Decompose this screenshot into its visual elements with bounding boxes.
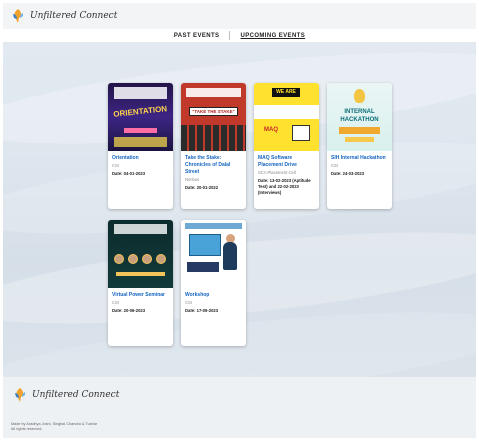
poster-logo-text: MAQ — [264, 127, 278, 133]
event-info: Workshop CSI Date: 17-09-2023 — [181, 288, 246, 317]
poster-person — [223, 242, 237, 270]
tab-divider — [229, 31, 231, 40]
event-title[interactable]: Orientation — [112, 155, 169, 162]
event-organizer: CSI — [331, 163, 338, 168]
event-poster: INTERNAL HACKATHON — [327, 83, 392, 151]
event-date: Date: 20-01-2022 — [185, 185, 219, 190]
event-poster: WE ARE HIRING MAQ — [254, 83, 319, 151]
speaker-avatar — [128, 254, 138, 264]
event-card[interactable]: INTERNAL HACKATHON SIH Internal Hackatho… — [327, 83, 392, 209]
poster-caption — [187, 262, 219, 272]
event-title[interactable]: Take the Stake: Chronicles of Dalal Stre… — [185, 155, 242, 176]
poster-footer — [116, 272, 165, 276]
poster-header — [185, 223, 242, 229]
event-organizer: Nimbus — [185, 177, 200, 182]
top-bar: Unfiltered Connect — [3, 3, 476, 29]
event-title[interactable]: Workshop — [185, 292, 242, 299]
event-date: Date: 13-02-2023 (Aptitude Test) and 22-… — [258, 178, 311, 195]
poster-graphic — [189, 234, 221, 256]
poster-header — [114, 224, 167, 234]
poster-graphic — [292, 125, 310, 141]
event-poster: "TAKE THE STAKE" — [181, 83, 246, 151]
event-poster: ORIENTATION — [108, 83, 173, 151]
poster-title: "TAKE THE STAKE" — [189, 107, 238, 116]
speaker-avatar — [142, 254, 152, 264]
page: Unfiltered Connect PAST EVENTS UPCOMING … — [3, 3, 476, 438]
copyright-line: All rights reserved. — [11, 427, 43, 431]
event-title[interactable]: Virtual Power Seminar — [112, 292, 169, 299]
tab-past-events[interactable]: PAST EVENTS — [174, 33, 220, 39]
event-info: SIH Internal Hackathon CSI Date: 24-03-2… — [327, 151, 392, 180]
poster-title: WE ARE HIRING — [272, 88, 300, 104]
poster-ribbon — [124, 128, 157, 133]
footer-brand[interactable]: Unfiltered Connect — [13, 387, 119, 403]
speaker-avatar — [156, 254, 166, 264]
poster-subtitle: HACKATHON — [340, 117, 379, 123]
footer-copyright: Made by Aradhya Joshi, Singhal Chandra &… — [11, 422, 131, 432]
event-organizer: CSI — [185, 300, 192, 305]
brand-logo-icon — [13, 9, 23, 23]
poster-tag — [345, 137, 374, 142]
event-card[interactable]: Workshop CSI Date: 17-09-2023 — [181, 220, 246, 346]
event-info: MAQ Software Placement Drive SCA Placeme… — [254, 151, 319, 199]
brand-logo-icon — [15, 388, 25, 402]
event-info: Virtual Power Seminar CSI Date: 20-06-20… — [108, 288, 173, 317]
event-organizer: CSI — [112, 300, 119, 305]
event-poster — [108, 220, 173, 288]
poster-graphic — [181, 125, 246, 151]
event-poster — [181, 220, 246, 288]
event-info: Orientation CSI Date: 04-01-2023 — [108, 151, 173, 180]
poster-tag — [339, 127, 380, 134]
event-card[interactable]: "TAKE THE STAKE" Take the Stake: Chronic… — [181, 83, 246, 209]
event-card[interactable]: ORIENTATION Orientation CSI Date: 04-01-… — [108, 83, 173, 209]
tab-upcoming-events[interactable]: UPCOMING EVENTS — [240, 33, 305, 39]
brand-name: Unfiltered Connect — [30, 11, 118, 21]
footer: Unfiltered Connect Made by Aradhya Joshi… — [3, 377, 476, 438]
speaker-avatar — [114, 254, 124, 264]
event-card[interactable]: WE ARE HIRING MAQ MAQ Software Placement… — [254, 83, 319, 209]
poster-footer — [114, 137, 167, 147]
event-info: Take the Stake: Chronicles of Dalal Stre… — [181, 151, 246, 194]
event-title[interactable]: MAQ Software Placement Drive — [258, 155, 315, 169]
brand[interactable]: Unfiltered Connect — [11, 8, 117, 24]
event-tabs: PAST EVENTS UPCOMING EVENTS — [3, 29, 476, 43]
event-organizer: SCA Placement Cell — [258, 170, 296, 175]
bulb-icon — [354, 89, 365, 103]
event-date: Date: 24-03-2023 — [331, 171, 365, 176]
poster-title: ORIENTATION — [112, 104, 168, 119]
poster-title: INTERNAL — [344, 109, 375, 115]
event-organizer: CSI — [112, 163, 119, 168]
event-date: Date: 04-01-2023 — [112, 171, 146, 176]
event-date: Date: 20-06-2023 — [112, 308, 146, 313]
event-title[interactable]: SIH Internal Hackathon — [331, 155, 388, 162]
poster-header — [114, 87, 167, 99]
event-card[interactable]: Virtual Power Seminar CSI Date: 20-06-20… — [108, 220, 173, 346]
poster-band — [254, 105, 319, 119]
event-date: Date: 17-09-2023 — [185, 308, 219, 313]
footer-brand-name: Unfiltered Connect — [32, 390, 120, 400]
poster-header — [186, 88, 241, 97]
